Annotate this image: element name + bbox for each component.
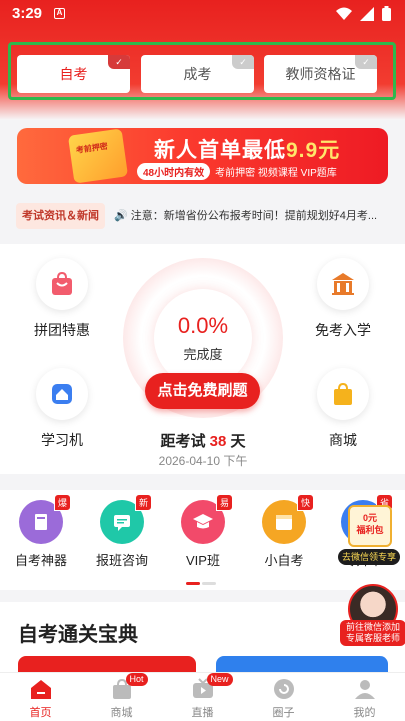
completion-label: 完成度 bbox=[183, 347, 223, 362]
shortcut-label: 报班咨询 bbox=[95, 553, 148, 568]
study-machine-button[interactable]: 学习机 bbox=[22, 368, 102, 450]
group-buy-button[interactable]: 拼团特惠 bbox=[22, 258, 102, 340]
shortcut-self-exam-tool[interactable]: 爆 自考神器 bbox=[0, 494, 82, 569]
countdown-days: 38 bbox=[209, 433, 227, 450]
tab-label: 自考 bbox=[59, 66, 88, 82]
news-ticker[interactable]: 考试资讯＆新闻 🔊 注意：新增省份公布报考时间！提前规划好4月考... bbox=[16, 203, 390, 229]
user-icon bbox=[353, 677, 377, 701]
nav-label: 我的 bbox=[353, 707, 376, 719]
signal-icon bbox=[360, 6, 374, 21]
shortcut-course-consult[interactable]: 新 报班咨询 bbox=[81, 494, 163, 569]
indicator-dot bbox=[186, 582, 200, 585]
shortcut-label: 小自考 bbox=[264, 553, 304, 568]
nav-badge: New bbox=[206, 673, 233, 686]
exam-free-label: 免考入学 bbox=[315, 322, 371, 338]
wifi-icon bbox=[336, 7, 352, 20]
tab-adult-exam[interactable]: 成考 ✓ bbox=[141, 55, 254, 93]
calendar-icon: 快 bbox=[262, 494, 314, 544]
tv-icon: New bbox=[191, 673, 233, 701]
exam-countdown: 距考试 38 天 bbox=[160, 433, 246, 450]
shortcut-badge: 新 bbox=[134, 494, 152, 511]
nav-label: 首页 bbox=[29, 707, 52, 719]
book-illustration: 考前押密 bbox=[67, 128, 129, 184]
tab-teacher-cert[interactable]: 教师资格证 ✓ bbox=[264, 55, 377, 93]
home-icon bbox=[29, 677, 53, 701]
guide-card[interactable] bbox=[18, 656, 196, 672]
mall-label: 商城 bbox=[329, 432, 357, 448]
shopping-bag-icon bbox=[36, 258, 88, 310]
nav-label: 直播 bbox=[191, 707, 214, 719]
status-time: 3:29 bbox=[12, 5, 43, 22]
nav-circle[interactable]: 圈子 bbox=[243, 677, 324, 720]
shopping-bag-icon: Hot bbox=[110, 673, 148, 701]
nav-mall[interactable]: Hot 商城 bbox=[81, 673, 162, 720]
nav-label: 商城 bbox=[110, 707, 133, 719]
free-practice-button[interactable]: 点击免费刷题 bbox=[145, 373, 260, 409]
shortcut-label: 自考神器 bbox=[14, 553, 67, 568]
status-bar: 3:29 A bbox=[0, 0, 405, 28]
graduation-cap-icon: 易 bbox=[181, 494, 233, 544]
shortcut-label: VIP班 bbox=[186, 553, 220, 568]
banner-price: 9.9元 bbox=[286, 139, 341, 162]
wechat-promo-float[interactable]: 0元 福利包 去微信领专享 bbox=[338, 505, 400, 569]
tab-self-exam[interactable]: 自考 ✓ bbox=[17, 55, 130, 93]
news-tag: 考试资讯＆新闻 bbox=[16, 203, 105, 229]
nav-home[interactable]: 首页 bbox=[0, 677, 81, 720]
exam-category-tabs: 自考 ✓ 成考 ✓ 教师资格证 ✓ bbox=[8, 42, 396, 100]
chat-icon: 新 bbox=[100, 494, 152, 544]
book-label: 考前押密 bbox=[75, 141, 109, 155]
tab-label: 教师资格证 bbox=[285, 66, 356, 82]
exam-free-admission-button[interactable]: 免考入学 bbox=[303, 258, 383, 340]
banner-subtitle: 48小时内有效 考前押密 视频课程 VIP题库 bbox=[137, 163, 337, 180]
customer-service-float[interactable]: 前往微信添加 专属客服老师 bbox=[340, 584, 405, 650]
nav-label: 圈子 bbox=[272, 707, 295, 719]
study-machine-label: 学习机 bbox=[41, 432, 83, 448]
check-icon: ✓ bbox=[232, 55, 254, 69]
group-buy-label: 拼团特惠 bbox=[34, 322, 90, 338]
building-icon bbox=[317, 258, 369, 310]
book-icon: 爆 bbox=[19, 494, 71, 544]
exam-date: 2026-04-10 下午 bbox=[158, 454, 248, 468]
mall-button[interactable]: 商城 bbox=[303, 368, 383, 450]
nav-badge: Hot bbox=[125, 673, 148, 686]
customer-service-tag: 前往微信添加 专属客服老师 bbox=[340, 620, 405, 646]
guide-card[interactable] bbox=[216, 656, 388, 672]
carousel-indicator bbox=[186, 582, 216, 585]
battery-icon bbox=[382, 6, 391, 21]
nav-profile[interactable]: 我的 bbox=[324, 677, 405, 720]
validity-pill: 48小时内有效 bbox=[137, 163, 211, 180]
shortcut-badge: 爆 bbox=[53, 494, 71, 511]
check-icon: ✓ bbox=[355, 55, 377, 69]
gift-pack-card: 0元 福利包 bbox=[348, 505, 392, 547]
section-title: 自考通关宝典 bbox=[18, 624, 138, 646]
home-tablet-icon bbox=[36, 368, 88, 420]
promo-tag: 去微信领专享 bbox=[338, 549, 400, 565]
promo-banner[interactable]: 考前押密 新人首单最低9.9元 48小时内有效 考前押密 视频课程 VIP题库 bbox=[17, 128, 388, 184]
shortcut-badge: 易 bbox=[215, 494, 233, 511]
news-text[interactable]: 🔊 注意：新增省份公布报考时间！提前规划好4月考... bbox=[114, 203, 390, 229]
nav-live[interactable]: New 直播 bbox=[162, 673, 243, 720]
speaker-icon: 🔊 bbox=[114, 210, 131, 222]
tab-label: 成考 bbox=[183, 66, 212, 82]
bottom-nav: 首页 Hot 商城 New 直播 圈子 我的 bbox=[0, 672, 405, 721]
banner-title: 新人首单最低9.9元 bbox=[154, 139, 341, 162]
shortcut-small-self-exam[interactable]: 快 小自考 bbox=[243, 494, 325, 569]
indicator-dot bbox=[202, 582, 216, 585]
shortcut-badge: 快 bbox=[296, 494, 314, 511]
shortcut-vip-class[interactable]: 易 VIP班 bbox=[162, 494, 244, 569]
circle-icon bbox=[272, 677, 296, 701]
check-icon: ✓ bbox=[108, 55, 130, 69]
completion-percent: 0.0% bbox=[177, 313, 229, 338]
shopping-bag-icon bbox=[317, 368, 369, 420]
app-notification-icon: A bbox=[54, 8, 65, 19]
